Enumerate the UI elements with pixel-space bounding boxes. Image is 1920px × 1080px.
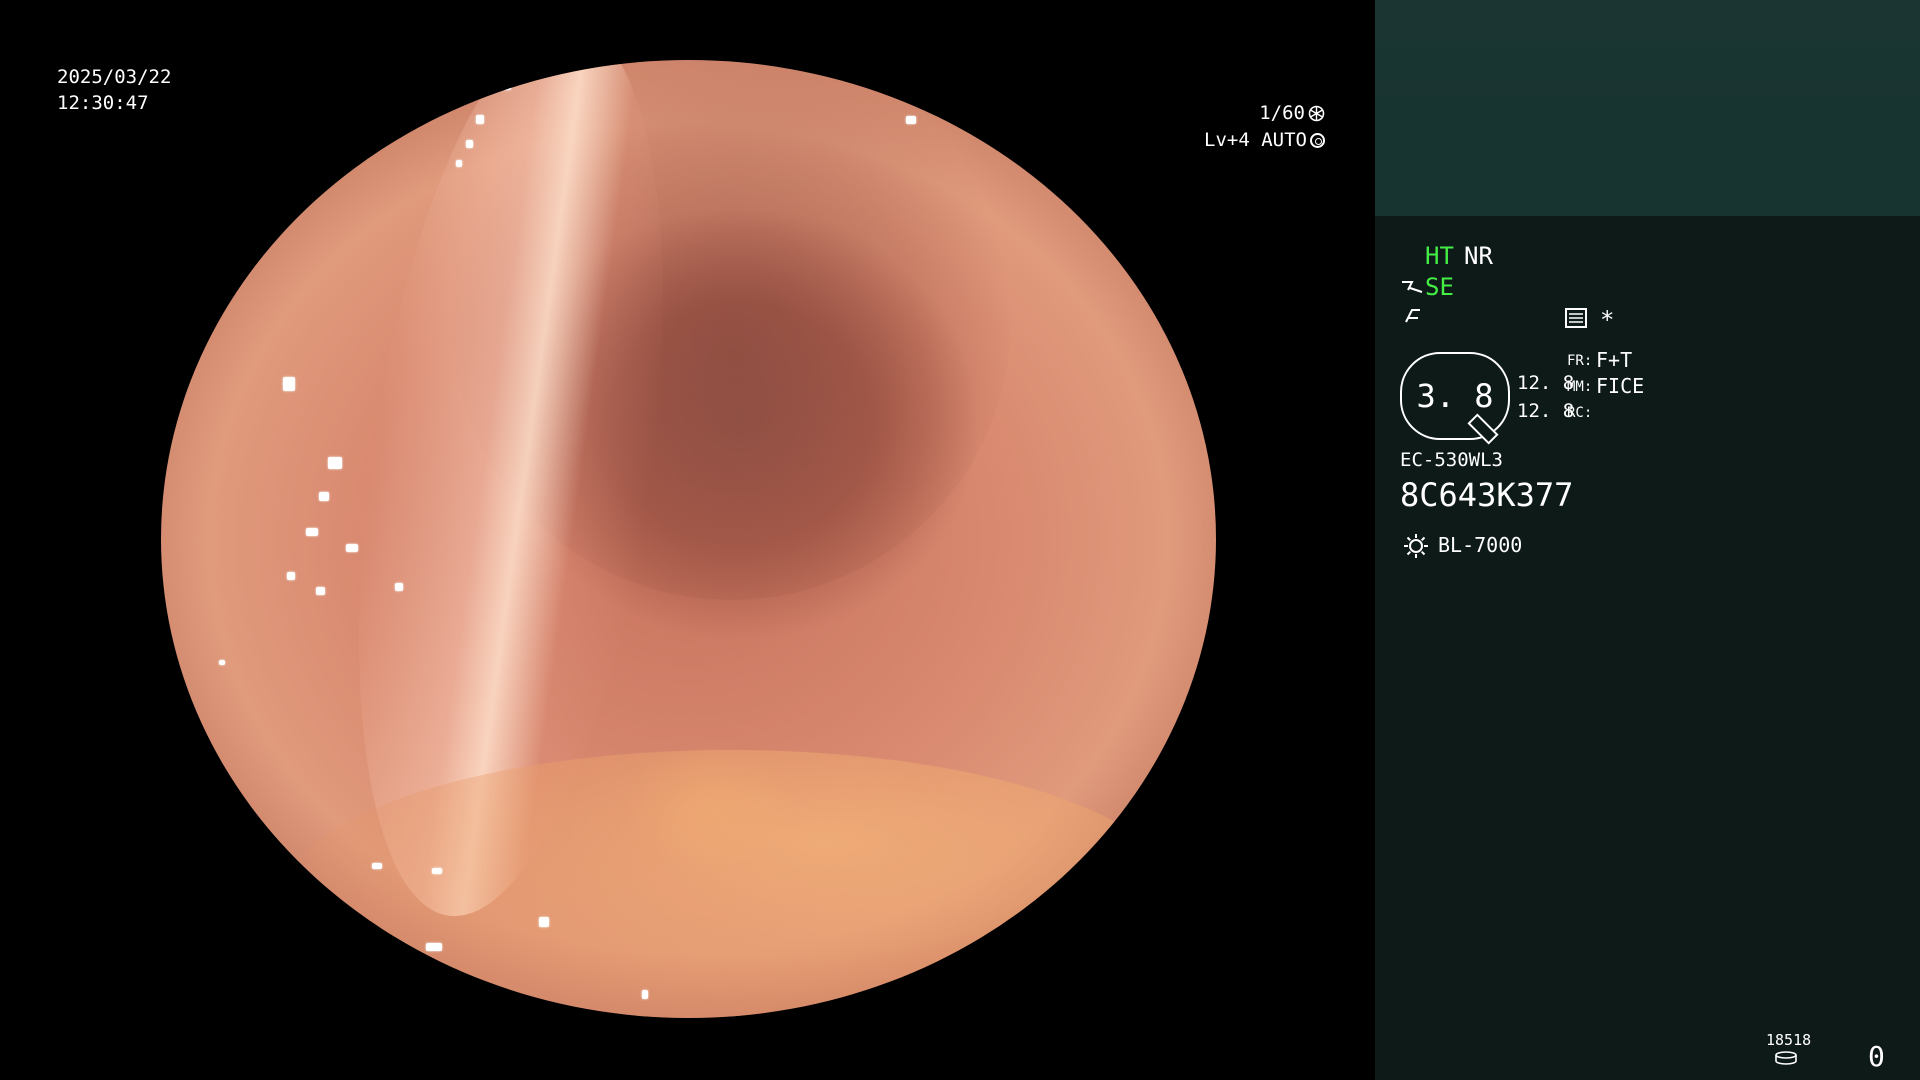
mm-label: MM: [1567, 379, 1593, 395]
specular-highlight [1045, 170, 1053, 180]
scope-model: EC-530WL3 [1400, 449, 1503, 471]
shutter-speed: 1/60 [1259, 102, 1305, 124]
specular-highlight [346, 544, 358, 552]
video-area: 2025/03/22 12:30:47 1/60 Lv+4 AUTO [0, 0, 1375, 1080]
time-text: 12:30:47 [57, 92, 149, 114]
specular-highlight [426, 943, 442, 951]
specular-highlight [316, 587, 325, 595]
capture-count: 0 [1868, 1040, 1885, 1073]
specular-highlight [906, 116, 916, 124]
specular-highlight [539, 917, 549, 927]
scope-icon [1402, 281, 1423, 293]
signal-icon [1405, 309, 1420, 323]
disk-icon [1775, 1051, 1797, 1065]
specular-highlight [283, 377, 295, 391]
endoscopic-image [161, 60, 1216, 1018]
specular-highlight [306, 528, 318, 536]
specular-highlight [432, 868, 442, 874]
auto-ring-icon [1310, 133, 1325, 148]
date-text: 2025/03/22 [57, 66, 172, 88]
specular-highlight [372, 863, 382, 869]
specular-highlight [499, 80, 511, 90]
exposure-readout: 1/60 Lv+4 AUTO [1165, 100, 1325, 154]
rc-label: RC: [1567, 405, 1593, 421]
lens-value: 3. 8 [1416, 377, 1494, 415]
se-indicator: SE [1425, 273, 1454, 301]
specular-highlight [395, 583, 403, 591]
menu-icon [1565, 308, 1587, 328]
specular-highlight [287, 572, 295, 580]
aperture-icon [1308, 105, 1325, 122]
timestamp: 2025/03/22 12:30:47 [57, 64, 171, 116]
specular-highlight [328, 457, 342, 469]
lens-indicator: 3. 8 [1400, 352, 1510, 445]
fr-label: FR: [1567, 353, 1593, 369]
level-text: Lv+4 AUTO [1204, 129, 1307, 151]
specular-highlight [219, 660, 225, 665]
level-row: Lv+4 AUTO [1165, 127, 1325, 154]
scope-serial: 8C643K377 [1400, 476, 1574, 514]
light-source: BL-7000 [1438, 533, 1523, 557]
shutter-row: 1/60 [1165, 100, 1325, 127]
storage-count: 18518 [1766, 1031, 1812, 1049]
asterisk-indicator: * [1600, 306, 1615, 334]
nr-indicator: NR [1464, 242, 1493, 270]
specular-highlight [456, 160, 462, 167]
specular-highlight [466, 140, 473, 148]
sun-icon [1404, 534, 1428, 558]
value-2: 12. 8 [1517, 400, 1575, 422]
ht-indicator: HT [1425, 242, 1454, 270]
specular-highlight [476, 115, 484, 124]
specular-highlight [319, 492, 329, 501]
panel-header-area [1375, 0, 1920, 216]
fr-value: F+T [1596, 348, 1633, 372]
mm-value: FICE [1596, 374, 1645, 398]
value-1: 12. 8 [1517, 372, 1575, 394]
specular-highlight [642, 990, 648, 999]
